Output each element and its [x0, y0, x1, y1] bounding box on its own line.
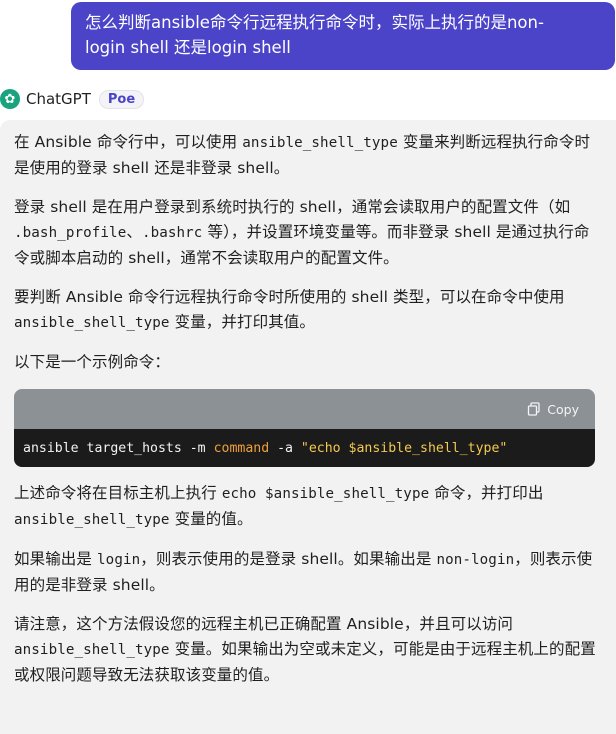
- response-paragraph-2: 登录 shell 是在用户登录到系统时执行的 shell，通常会读取用户的配置文…: [14, 195, 602, 271]
- bot-message-bubble: 在 Ansible 命令行中，可以使用 ansible_shell_type 变…: [0, 120, 616, 734]
- text: 在 Ansible 命令行中，可以使用: [14, 133, 243, 151]
- poe-badge: Poe: [98, 89, 145, 109]
- code-block: Copy ansible target_hosts -m command -a …: [14, 389, 595, 467]
- text: 上述命令将在目标主机上执行: [14, 484, 222, 502]
- inline-code: non-login: [436, 552, 515, 568]
- copy-icon: [528, 402, 540, 416]
- response-paragraph-5: 上述命令将在目标主机上执行 echo $ansible_shell_type 命…: [14, 481, 602, 533]
- code-content[interactable]: ansible target_hosts -m command -a "echo…: [14, 429, 595, 467]
- text: ，则表示使用的是登录 shell。如果输出是: [140, 550, 437, 568]
- code-token: ansible target_hosts -m: [23, 440, 214, 456]
- inline-code: ansible_shell_type: [14, 512, 170, 528]
- code-token-string: "echo $ansible_shell_type": [300, 440, 508, 456]
- inline-code: echo $ansible_shell_type: [221, 486, 430, 502]
- bot-name[interactable]: ChatGPT: [26, 90, 91, 108]
- code-token-keyword: command: [213, 440, 270, 456]
- text: 命令，并打印出: [429, 484, 544, 502]
- response-paragraph-6: 如果输出是 login，则表示使用的是登录 shell。如果输出是 non-lo…: [14, 547, 602, 598]
- bot-header: ✿ ChatGPT Poe: [0, 86, 145, 112]
- inline-code: ansible_shell_type: [14, 642, 170, 658]
- text: 、: [126, 223, 142, 241]
- inline-code: .bashrc: [141, 225, 203, 241]
- code-token: -a: [269, 440, 301, 456]
- chatgpt-logo-icon: ✿: [0, 89, 20, 109]
- inline-code: .bash_profile: [14, 225, 127, 241]
- response-paragraph-1: 在 Ansible 命令行中，可以使用 ansible_shell_type 变…: [14, 130, 602, 181]
- text: 变量，并打印其值。: [169, 313, 315, 331]
- code-block-header: Copy: [14, 389, 595, 429]
- inline-code: ansible_shell_type: [242, 135, 398, 151]
- text: 如果输出是: [14, 550, 98, 568]
- response-paragraph-7: 请注意，这个方法假设您的远程主机已正确配置 Ansible，并且可以访问 ans…: [14, 612, 602, 688]
- user-message-bubble: 怎么判断ansible命令行远程执行命令时，实际上执行的是non- login …: [71, 2, 615, 70]
- response-paragraph-4: 以下是一个示例命令：: [14, 353, 171, 371]
- text: 要判断 Ansible 命令行远程执行命令时所使用的 shell 类型，可以在命…: [14, 288, 565, 306]
- inline-code: login: [97, 552, 141, 568]
- copy-label: Copy: [547, 401, 579, 417]
- response-paragraph-3: 要判断 Ansible 命令行远程执行命令时所使用的 shell 类型，可以在命…: [14, 285, 602, 336]
- text: 登录 shell 是在用户登录到系统时执行的 shell，通常会读取用户的配置文…: [14, 198, 571, 216]
- inline-code: ansible_shell_type: [14, 315, 170, 331]
- copy-button[interactable]: Copy: [527, 397, 579, 422]
- text: 请注意，这个方法假设您的远程主机已正确配置 Ansible，并且可以访问: [14, 615, 514, 633]
- user-message-line-1: 怎么判断ansible命令行远程执行命令时，实际上执行的是non-: [85, 13, 544, 32]
- text: 变量的值。: [169, 510, 253, 528]
- user-message-line-2: login shell 还是login shell: [85, 38, 291, 57]
